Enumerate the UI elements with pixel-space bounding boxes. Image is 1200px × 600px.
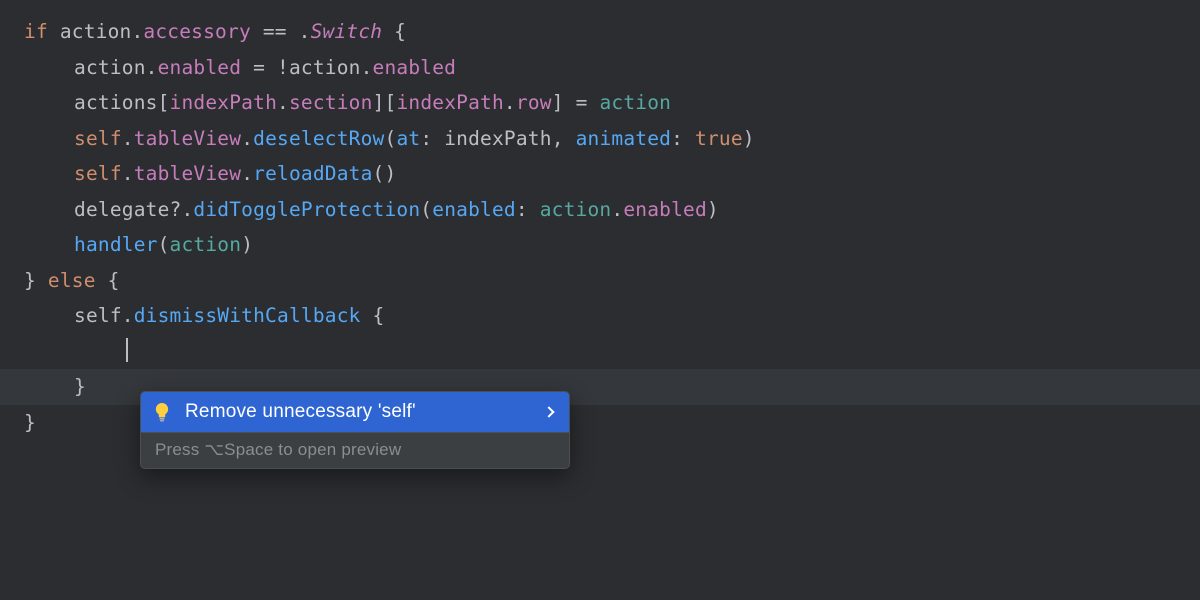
token: Switch xyxy=(311,20,383,43)
code-line[interactable]: } else { xyxy=(24,263,1200,299)
token: reloadData xyxy=(253,162,372,185)
token: . xyxy=(131,20,143,43)
token: deselectRow xyxy=(253,127,384,150)
token: didToggleProtection xyxy=(193,198,420,221)
token: . xyxy=(122,304,134,327)
token: ( xyxy=(158,233,170,256)
token: enabled xyxy=(158,56,242,79)
intention-action-label: Remove unnecessary 'self' xyxy=(185,400,545,425)
token: } xyxy=(24,269,48,292)
token: : xyxy=(671,127,695,150)
token: delegate xyxy=(74,198,170,221)
chevron-right-icon xyxy=(543,406,554,417)
token: self xyxy=(74,127,122,150)
token: { xyxy=(96,269,120,292)
intention-action[interactable]: Remove unnecessary 'self' xyxy=(141,392,569,432)
token: : xyxy=(516,198,540,221)
token: ) xyxy=(743,127,755,150)
token: self xyxy=(74,162,122,185)
token: dismissWithCallback xyxy=(134,304,361,327)
token: indexPath xyxy=(396,91,503,114)
token: == . xyxy=(251,20,311,43)
token: [ xyxy=(158,91,170,114)
token: . xyxy=(241,127,253,150)
token: action xyxy=(74,56,146,79)
token: handler xyxy=(74,233,158,256)
token: ( xyxy=(420,198,432,221)
token: () xyxy=(373,162,397,185)
token: : xyxy=(420,127,444,150)
token-keyword: if xyxy=(24,20,60,43)
code-line[interactable]: self.tableView.reloadData() xyxy=(24,156,1200,192)
token: action xyxy=(599,91,671,114)
token: action xyxy=(289,56,361,79)
token: ) xyxy=(707,198,719,221)
code-line[interactable] xyxy=(24,334,1200,370)
token: animated xyxy=(576,127,672,150)
token: . xyxy=(146,56,158,79)
token: . xyxy=(361,56,373,79)
token: ?. xyxy=(170,198,194,221)
code-line[interactable]: if action.accessory == .Switch { xyxy=(24,14,1200,50)
token: . xyxy=(611,198,623,221)
token: self xyxy=(74,304,122,327)
token: = ! xyxy=(241,56,289,79)
token: { xyxy=(361,304,385,327)
intention-hint: Press ⌥Space to open preview xyxy=(141,432,569,468)
token: enabled xyxy=(623,198,707,221)
token: enabled xyxy=(432,198,516,221)
code-line[interactable]: actions[indexPath.section][indexPath.row… xyxy=(24,85,1200,121)
token: { xyxy=(382,20,406,43)
token: accessory xyxy=(143,20,250,43)
code-line[interactable]: self.dismissWithCallback { xyxy=(24,298,1200,334)
token: true xyxy=(695,127,743,150)
token: indexPath xyxy=(444,127,551,150)
code-line[interactable]: handler(action) xyxy=(24,227,1200,263)
token: tableView xyxy=(134,127,241,150)
text-caret xyxy=(126,338,128,362)
token: ][ xyxy=(373,91,397,114)
token: . xyxy=(277,91,289,114)
token: action xyxy=(170,233,242,256)
intention-popup: Remove unnecessary 'self' Press ⌥Space t… xyxy=(140,391,570,469)
token: . xyxy=(122,127,134,150)
token: , xyxy=(552,127,576,150)
token: action xyxy=(540,198,612,221)
token: indexPath xyxy=(170,91,277,114)
lightbulb-icon xyxy=(151,401,173,423)
intention-hint-text: Press ⌥Space to open preview xyxy=(155,439,401,461)
token: section xyxy=(289,91,373,114)
token-keyword: else xyxy=(48,269,96,292)
token: actions xyxy=(74,91,158,114)
token: ) xyxy=(241,233,253,256)
token: . xyxy=(504,91,516,114)
code-editor[interactable]: if action.accessory == .Switch { action.… xyxy=(0,0,1200,600)
token: . xyxy=(241,162,253,185)
code-line[interactable]: self.tableView.deselectRow(at: indexPath… xyxy=(24,121,1200,157)
token: . xyxy=(122,162,134,185)
code-line[interactable]: action.enabled = !action.enabled xyxy=(24,50,1200,86)
token: at xyxy=(396,127,420,150)
token: } xyxy=(24,411,36,434)
token: enabled xyxy=(373,56,457,79)
code-line[interactable]: delegate?.didToggleProtection(enabled: a… xyxy=(24,192,1200,228)
token: row xyxy=(516,91,552,114)
token: ] = xyxy=(552,91,600,114)
token: ( xyxy=(384,127,396,150)
token: tableView xyxy=(134,162,241,185)
token: action xyxy=(60,20,132,43)
token: } xyxy=(74,375,86,398)
